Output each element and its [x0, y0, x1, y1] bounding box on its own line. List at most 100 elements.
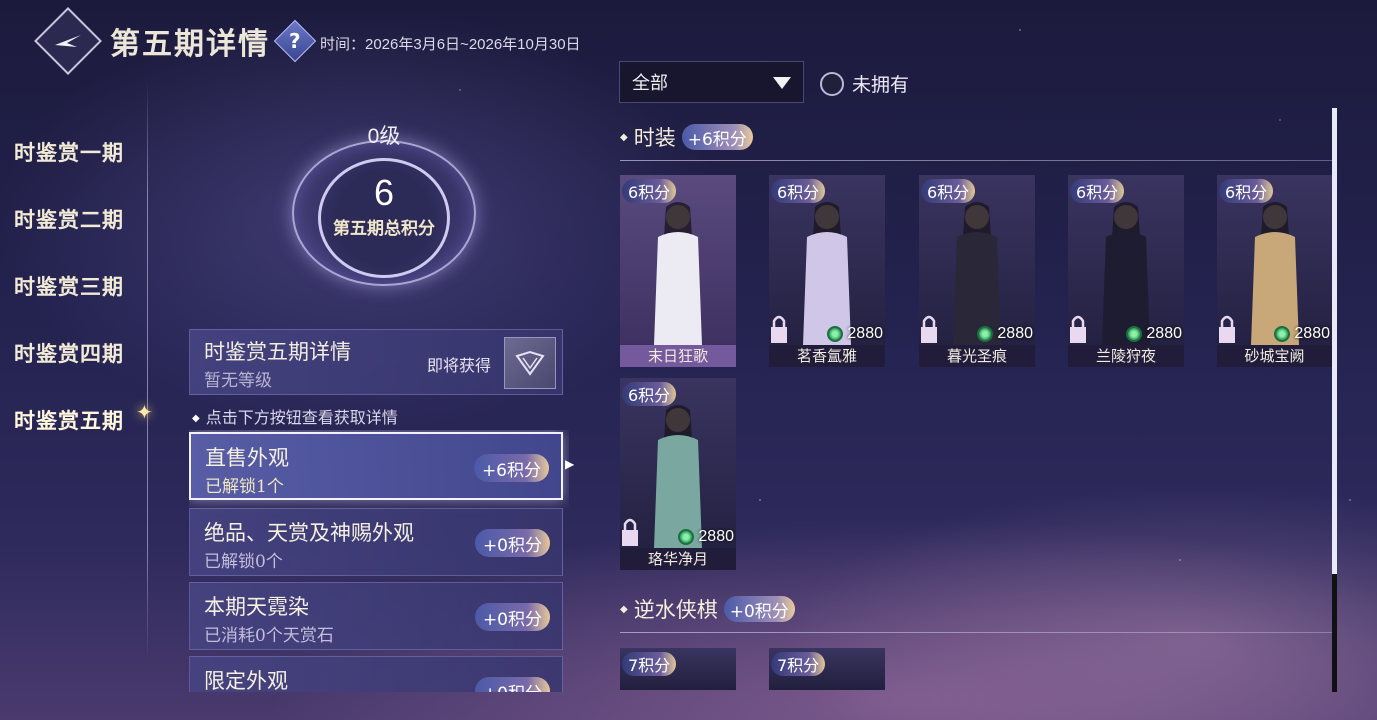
source-card-premium[interactable]: 绝品、天赏及神赐外观 已解锁0个 +0积分	[189, 508, 563, 576]
jade-coin-icon	[1126, 326, 1143, 342]
source-points: +0积分	[474, 603, 550, 631]
character-figure-icon	[654, 202, 702, 345]
section-points: +0积分	[723, 596, 795, 622]
jade-coin-icon	[1274, 326, 1291, 342]
outfit-card[interactable]: 6积分 2880 茗香氲雅	[769, 175, 885, 367]
soon-label: 即将获得	[427, 356, 492, 375]
source-title: 直售外观	[205, 446, 289, 470]
bullet-icon: ◆	[620, 603, 628, 615]
outfit-name: 茗香氲雅	[769, 345, 885, 367]
outfit-card[interactable]: 6积分 2880 兰陵狩夜	[1068, 175, 1184, 367]
outfit-card[interactable]: 6积分 2880 珞华净月	[620, 378, 736, 570]
source-card-direct[interactable]: 直售外观 已解锁1个 +6积分	[189, 432, 563, 500]
item-price: 2880	[1126, 325, 1182, 343]
outfit-name: 珞华净月	[620, 548, 736, 570]
diamond-emblem-icon	[515, 350, 545, 376]
jade-coin-icon	[827, 326, 844, 342]
help-button[interactable]: ?	[273, 19, 317, 63]
total-score-label: 第五期总积分	[333, 219, 435, 239]
price-value: 2880	[1146, 325, 1182, 342]
source-points: +0积分	[474, 677, 550, 692]
total-score-value: 6	[373, 172, 395, 213]
filter-selected: 全部	[632, 73, 668, 93]
reward-icon[interactable]	[504, 337, 556, 389]
filter-dropdown[interactable]: 全部	[619, 61, 804, 103]
outfit-card[interactable]: 6积分末日狂歌	[620, 175, 736, 367]
section-divider	[620, 160, 1332, 161]
item-points-badge: 6积分	[622, 382, 677, 406]
section-divider	[620, 632, 1332, 633]
outfit-card[interactable]: 6积分 2880 砂城宝阙	[1217, 175, 1332, 367]
section-fashion: ◆ 时装 +6积分	[620, 122, 753, 152]
source-card-limited[interactable]: 限定外观 +0积分	[189, 656, 563, 692]
nav-item-period-3[interactable]: 时鉴赏三期	[0, 252, 148, 319]
nav-item-period-1[interactable]: 时鉴赏一期	[0, 118, 148, 185]
item-points-badge: 6积分	[622, 179, 677, 203]
source-title: 本期天霓染	[204, 595, 309, 619]
source-points: +0积分	[474, 529, 550, 557]
lock-icon	[622, 518, 638, 546]
item-points-badge: 6积分	[1219, 179, 1274, 203]
period-nav: 时鉴赏一期 时鉴赏二期 时鉴赏三期 时鉴赏四期 时鉴赏五期	[0, 118, 148, 453]
outfit-name: 砂城宝阙	[1217, 345, 1332, 367]
jade-coin-icon	[977, 326, 994, 342]
section-points: +6积分	[681, 124, 753, 150]
outfit-name: 末日狂歌	[620, 345, 736, 367]
item-price: 2880	[977, 325, 1033, 343]
header: 第五期详情 ? 时间：2026年3月6日~2026年10月30日	[34, 7, 581, 75]
detail-level: 暂无等级	[204, 371, 272, 391]
item-points-badge: 7积分	[771, 652, 826, 676]
item-points-badge: 6积分	[921, 179, 976, 203]
source-sub: 已消耗0个天赏石	[204, 626, 334, 646]
outfit-card[interactable]: 6积分 2880 暮光圣痕	[919, 175, 1035, 367]
item-price: 2880	[827, 325, 883, 343]
section-chess: ◆ 逆水侠棋 +0积分	[620, 594, 795, 624]
item-points-badge: 6积分	[771, 179, 826, 203]
nav-item-period-2[interactable]: 时鉴赏二期	[0, 185, 148, 252]
selected-arrow-icon: ▶	[565, 457, 575, 471]
price-value: 2880	[847, 325, 883, 342]
level-text: 0级	[367, 125, 401, 148]
scrollbar[interactable]	[1332, 108, 1337, 692]
item-price: 2880	[678, 528, 734, 546]
not-owned-label: 未拥有	[852, 74, 910, 96]
lock-icon	[1070, 315, 1086, 343]
caret-down-icon	[773, 77, 791, 89]
radio-icon	[820, 71, 844, 96]
item-points-badge: 7积分	[622, 652, 677, 676]
nav-item-period-4[interactable]: 时鉴赏四期	[0, 319, 148, 386]
chess-item-2[interactable]: 7积分	[769, 648, 885, 690]
active-sparkle-icon: ✦	[136, 400, 153, 424]
chess-item-1[interactable]: 7积分	[620, 648, 736, 690]
outfit-name: 兰陵狩夜	[1068, 345, 1184, 367]
source-points: +6积分	[473, 454, 549, 482]
back-logo-button[interactable]	[34, 7, 102, 75]
swoosh-icon	[55, 35, 81, 47]
detail-title: 时鉴赏五期详情	[204, 340, 351, 364]
price-value: 2880	[1294, 325, 1330, 342]
character-figure-icon	[1102, 202, 1150, 345]
character-figure-icon	[953, 202, 1001, 345]
hint-text: 点击下方按钮查看获取详情	[192, 404, 398, 428]
lock-icon	[771, 315, 787, 343]
item-price: 2880	[1274, 325, 1330, 343]
not-owned-toggle[interactable]: 未拥有	[820, 70, 909, 97]
score-ring: 0级 6 第五期总积分	[282, 118, 486, 288]
source-title: 限定外观	[204, 669, 288, 692]
jade-coin-icon	[678, 529, 695, 545]
source-list: 直售外观 已解锁1个 +6积分 绝品、天赏及神赐外观 已解锁0个 +0积分 本期…	[189, 430, 569, 692]
price-value: 2880	[997, 325, 1033, 342]
source-card-dye[interactable]: 本期天霓染 已消耗0个天赏石 +0积分	[189, 582, 563, 650]
lock-icon	[921, 315, 937, 343]
scroll-thumb[interactable]	[1332, 108, 1337, 574]
page-title: 第五期详情	[110, 27, 270, 62]
period-detail-card[interactable]: 时鉴赏五期详情 暂无等级 即将获得	[189, 329, 563, 395]
question-icon: ?	[289, 28, 301, 53]
character-figure-icon	[1251, 202, 1299, 345]
section-title: 时装	[633, 126, 676, 150]
source-sub: 已解锁0个	[204, 552, 283, 572]
character-figure-icon	[803, 202, 851, 345]
nav-item-period-5[interactable]: 时鉴赏五期	[0, 386, 148, 453]
bullet-icon: ◆	[620, 131, 628, 143]
source-sub: 已解锁1个	[205, 477, 284, 497]
